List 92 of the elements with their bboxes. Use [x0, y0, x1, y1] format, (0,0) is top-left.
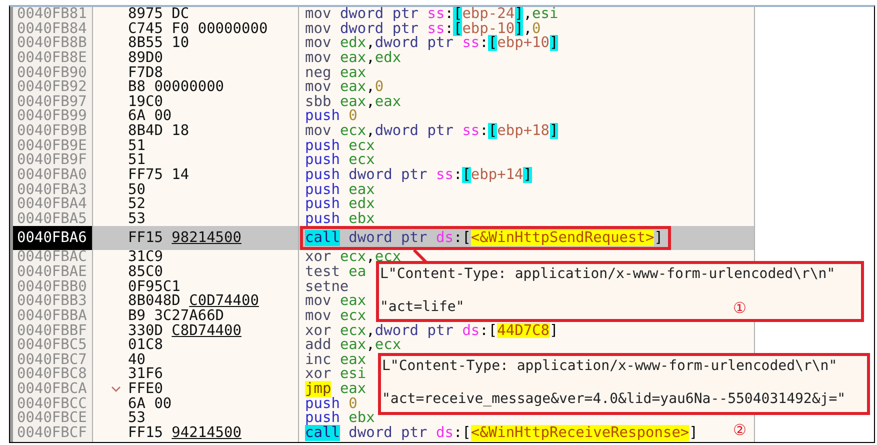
instruction-text: add eax,ecx: [305, 337, 402, 354]
instruction-text: sbb eax,eax: [305, 94, 402, 110]
callout-text: "act=receive_message&ver=4.0&lid=yau6Na--5504031492&j=": [382, 391, 846, 407]
address-text: 0040FBA4: [16, 197, 88, 212]
opcode-bytes: 50: [128, 182, 146, 198]
instruction-text: jmp eax: [305, 381, 366, 397]
address-text: 0040FBA6: [13, 226, 92, 250]
opcode-bytes: 40: [128, 352, 146, 368]
instruction-text: push dword ptr ss:[ebp+14]: [305, 166, 532, 183]
address-text: 0040FB92: [16, 80, 88, 95]
opcode-bytes: FF75 14: [128, 168, 190, 183]
address-text: 0040FBB0: [16, 280, 88, 294]
address-text: 0040FB97: [16, 94, 88, 110]
address-text: 0040FB84: [16, 22, 88, 36]
opcode-bytes: 8B048D C0D74400: [128, 294, 259, 309]
instruction-text: xor ecx,dword ptr ds:[44D7C8]: [305, 322, 558, 338]
instruction-text: push 0: [305, 396, 358, 412]
instruction-text: push ecx: [305, 138, 375, 154]
opcode-bytes: B9 3C27A66D: [128, 308, 224, 324]
instruction-text: push edx: [305, 196, 375, 212]
instruction-text: xor ecx,ecx: [305, 249, 402, 266]
opcode-bytes: 330D C8D74400: [128, 324, 242, 338]
instruction-text: neg eax: [305, 64, 366, 80]
opcode-bytes: 31F6: [128, 367, 163, 382]
address-text: 0040FBCC: [16, 396, 88, 412]
address-text: 0040FBAC: [16, 250, 88, 266]
instruction-text: xor esi: [305, 366, 366, 382]
address-text: 0040FB8B: [16, 36, 88, 51]
instruction-text: call dword ptr ds:[<&WinHttpReceiveResponse>]: [305, 424, 698, 441]
instruction-text: push ebx: [305, 210, 375, 227]
address-text: 0040FBA0: [16, 168, 88, 183]
opcode-bytes: FFE0: [128, 382, 163, 397]
address-text: 0040FB9B: [16, 124, 88, 139]
address-text: 0040FBC5: [16, 338, 88, 353]
opcode-bytes: 51: [128, 153, 146, 168]
instruction-text: setne: [305, 278, 349, 295]
address-text: 0040FB9F: [16, 153, 88, 168]
instruction-text: inc eax: [305, 352, 366, 368]
instruction-text: mov eax: [305, 293, 366, 310]
address-text: 0040FBC8: [16, 367, 88, 382]
instruction-text: mov dword ptr ss:[ebp-24],esi: [305, 7, 558, 22]
address-text: 0040FBCF: [16, 426, 88, 441]
instruction-text: test ea: [305, 264, 366, 280]
callout-text: L"Content-Type: application/x-www-form-urlencoded\r\n": [382, 358, 838, 374]
instruction-text: mov ecx: [305, 308, 366, 324]
opcode-bytes: FF15 98214500: [128, 229, 242, 248]
address-text: 0040FBBF: [16, 324, 88, 338]
opcode-bytes: 89D0: [128, 50, 163, 66]
instruction-text: mov eax,0: [305, 79, 384, 96]
opcode-bytes: 53: [128, 411, 146, 426]
instruction-text: push eax: [305, 182, 375, 198]
instruction-text: push 0: [305, 108, 358, 124]
address-text: 0040FBAE: [16, 265, 88, 280]
opcode-bytes: C745 F0 00000000: [128, 22, 268, 36]
address-text: 0040FBBA: [16, 308, 88, 324]
step-number: ②: [733, 422, 746, 438]
instruction-text: mov edx,dword ptr ss:[ebp+10]: [305, 35, 558, 52]
address-text: 0040FBA3: [16, 182, 88, 198]
opcode-bytes: 6A 00: [128, 109, 172, 124]
callout-text: "act=life": [380, 299, 464, 315]
address-text: 0040FB81: [16, 7, 88, 22]
instruction-text: call dword ptr ds:[<&WinHttpSendRequest>]: [305, 230, 663, 246]
address-text: 0040FBB3: [16, 294, 88, 309]
address-text: 0040FB99: [16, 109, 88, 124]
callout-text: L"Content-Type: application/x-www-form-urlencoded\r\n": [380, 266, 836, 282]
opcode-bytes: 52: [128, 197, 146, 212]
opcode-bytes: 8B4D 18: [128, 124, 190, 139]
instruction-text: push ecx: [305, 152, 375, 168]
opcode-bytes: 19C0: [128, 94, 163, 110]
opcode-bytes: 01C8: [128, 338, 163, 353]
opcode-bytes: 51: [128, 138, 146, 154]
address-text: 0040FB8E: [16, 50, 88, 66]
address-text: 0040FBCA: [16, 382, 88, 397]
instruction-text: push ebx: [305, 410, 375, 426]
address-text: 0040FB9E: [16, 138, 88, 154]
instruction-text: mov ecx,dword ptr ss:[ebp+18]: [305, 123, 558, 139]
opcode-bytes: 8B55 10: [128, 36, 190, 51]
opcode-bytes: 31C9: [128, 250, 163, 266]
opcode-bytes: 8975 DC: [128, 7, 190, 22]
opcode-bytes: B8 00000000: [128, 80, 224, 95]
address-text: 0040FBC7: [16, 352, 88, 368]
address-text: 0040FB90: [16, 66, 88, 80]
opcode-bytes: FF15 94214500: [128, 426, 242, 441]
instruction-text: mov eax,edx: [305, 50, 402, 66]
opcode-bytes: 85C0: [128, 265, 163, 280]
opcode-bytes: 53: [128, 212, 146, 226]
opcode-bytes: F7D8: [128, 66, 163, 80]
address-text: 0040FBA5: [16, 212, 88, 226]
address-text: 0040FBCE: [16, 411, 88, 426]
opcode-bytes: 6A 00: [128, 396, 172, 412]
opcode-bytes: 0F95C1: [128, 280, 180, 294]
step-number: ①: [733, 300, 746, 316]
